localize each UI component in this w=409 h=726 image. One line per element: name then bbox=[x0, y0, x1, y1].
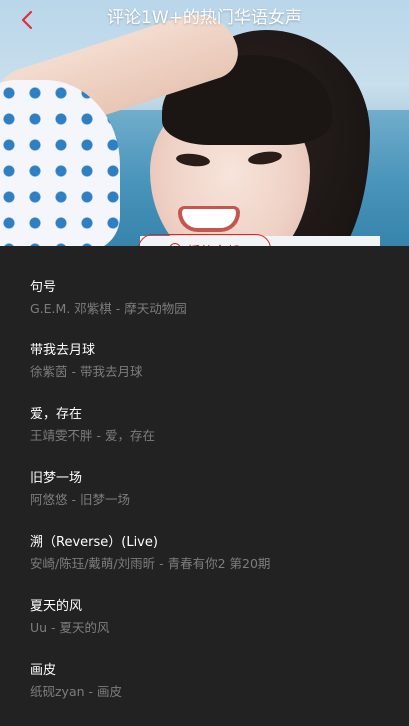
song-list: 句号 G.E.M. 邓紫棋 - 摩天动物园 带我去月球 徐紫茵 - 带我去月球 … bbox=[0, 246, 409, 726]
song-item[interactable]: 爱，存在 王靖雯不胖 - 爱，存在 bbox=[0, 374, 409, 443]
song-title: 爱，存在 bbox=[30, 407, 83, 422]
song-title: 夏天的风 bbox=[30, 599, 83, 614]
page-title: 评论1W+的热门华语女声 bbox=[107, 8, 302, 28]
song-item[interactable]: 句号 G.E.M. 邓紫棋 - 摩天动物园 bbox=[0, 246, 409, 316]
song-title: 带我去月球 bbox=[30, 343, 96, 358]
song-item[interactable]: 旧梦一场 阿悠悠 - 旧梦一场 bbox=[0, 438, 409, 507]
song-item[interactable]: 溯（Reverse）(Live) 安崎/陈珏/戴萌/刘雨昕 - 青春有你2 第2… bbox=[0, 502, 409, 571]
song-item[interactable]: 画皮 纸砚zyan - 画皮 bbox=[0, 630, 409, 699]
song-title: 句号 bbox=[30, 280, 57, 295]
song-title: 旧梦一场 bbox=[30, 471, 83, 486]
smile-shape bbox=[178, 206, 240, 232]
song-item[interactable]: 带我去月球 徐紫茵 - 带我去月球 bbox=[0, 310, 409, 379]
song-title: 画皮 bbox=[30, 663, 57, 678]
cover-image bbox=[0, 0, 409, 246]
song-title: 溯（Reverse）(Live) bbox=[30, 535, 158, 550]
song-item[interactable]: 夏天的风 Uu - 夏天的风 bbox=[0, 566, 409, 635]
song-subtitle: 纸砚zyan - 画皮 bbox=[30, 684, 122, 699]
